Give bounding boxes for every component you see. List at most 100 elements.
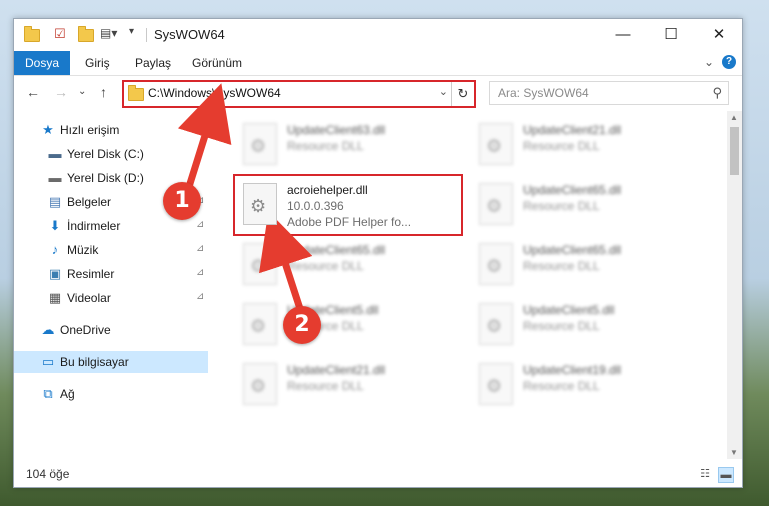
navigation-pane: ★ Hızlı erişim ▬ Yerel Disk (C:) ▬ Yerel Disk…: [14, 111, 208, 461]
address-bar[interactable]: C:\Windows\SysWOW64 ⌄ ↻: [122, 80, 476, 108]
sidebar-item[interactable]: ⧉ Ağ: [14, 383, 208, 405]
address-dropdown-icon[interactable]: ⌄: [439, 85, 448, 98]
search-icon[interactable]: ⚲: [712, 85, 722, 101]
sidebar-item-label: Belgeler: [67, 195, 112, 209]
dll-file-icon: [243, 243, 277, 285]
sidebar-item-label: Yerel Disk (D:): [67, 171, 144, 185]
file-item[interactable]: UpdateClient63.dll Resource DLL: [235, 117, 455, 169]
sidebar-item-label: Hızlı erişim: [60, 123, 120, 137]
tab-home[interactable]: Giriş: [85, 51, 110, 75]
step-2-badge: 2: [283, 306, 321, 344]
help-icon[interactable]: ?: [722, 55, 736, 69]
sidebar-item-label: İndirmeler: [67, 219, 121, 233]
tab-file[interactable]: Dosya: [14, 51, 70, 75]
sidebar-item-label: OneDrive: [60, 323, 111, 337]
network-icon: ⧉: [43, 386, 53, 401]
dll-file-icon: [479, 123, 513, 165]
sidebar-item[interactable]: ☁ OneDrive: [14, 319, 208, 341]
back-button[interactable]: ←: [26, 84, 40, 100]
ribbon-expand-icon[interactable]: ⌄: [704, 55, 714, 69]
new-folder-icon[interactable]: [78, 26, 94, 42]
sidebar-item[interactable]: ▦ Videolar ⊿: [14, 287, 208, 309]
window-title: SysWOW64: [154, 27, 225, 42]
file-item[interactable]: acroiehelper.dll 10.0.0.396 Adobe PDF Help…: [235, 177, 455, 229]
customize-toolbar-icon[interactable]: ▤▾: [100, 26, 117, 42]
file-item[interactable]: UpdateClient65.dll Resource DLL: [235, 237, 455, 289]
file-name: UpdateClient21.dll: [287, 363, 386, 377]
sidebar-item-label: Yerel Disk (C:): [67, 147, 144, 161]
quick-access-dropdown-icon[interactable]: ▾: [129, 26, 145, 42]
pin-icon[interactable]: ⊿: [196, 243, 204, 254]
dll-file-icon: [243, 303, 277, 345]
minimize-button[interactable]: —: [600, 19, 646, 51]
sidebar-item[interactable]: ▬ Yerel Disk (C:): [14, 143, 208, 165]
sidebar-item-label: Bu bilgisayar: [60, 355, 129, 369]
sidebar-item[interactable]: ★ Hızlı erişim: [14, 119, 208, 141]
properties-icon[interactable]: ☑: [54, 26, 70, 42]
file-item[interactable]: UpdateClient21.dll Resource DLL: [471, 117, 691, 169]
file-name: acroiehelper.dll: [287, 183, 368, 197]
file-type: Resource DLL: [287, 379, 364, 393]
scroll-up-icon[interactable]: ▲: [730, 113, 738, 122]
computer-icon: ▭: [41, 354, 55, 369]
sidebar-item[interactable]: ▭ Bu bilgisayar: [14, 351, 208, 373]
pin-icon[interactable]: ⊿: [196, 219, 204, 230]
vertical-scrollbar[interactable]: ▲ ▼: [727, 111, 742, 459]
address-path[interactable]: C:\Windows\SysWOW64: [148, 86, 281, 100]
file-name: UpdateClient19.dll: [523, 363, 622, 377]
file-type: Resource DLL: [523, 319, 600, 333]
file-list: UpdateClient63.dllResource DLLUpdateClie…: [209, 111, 727, 459]
file-item[interactable]: UpdateClient5.dllResource DLL: [235, 297, 455, 349]
scrollbar-thumb[interactable]: [730, 127, 739, 175]
tab-share[interactable]: Paylaş: [135, 51, 171, 75]
search-placeholder: Ara: SysWOW64: [498, 86, 589, 100]
maximize-button[interactable]: ☐: [648, 19, 694, 51]
file-name: UpdateClient63.dll: [287, 123, 386, 137]
tiles-view-icon[interactable]: ▬: [718, 467, 734, 483]
file-item[interactable]: UpdateClient21.dll Resource DLL: [235, 357, 455, 409]
file-name: UpdateClient21.dll: [523, 123, 622, 137]
sidebar-item-label: Müzik: [67, 243, 99, 257]
folder-icon: [128, 85, 144, 101]
forward-button[interactable]: →: [54, 84, 68, 100]
sidebar-item[interactable]: ♪ Müzik ⊿: [14, 239, 208, 261]
ribbon: Dosya Giriş Paylaş Görünüm ⌄ ?: [14, 51, 742, 76]
sidebar-item[interactable]: ▣ Resimler ⊿: [14, 263, 208, 285]
pin-icon[interactable]: ⊿: [196, 267, 204, 278]
recent-locations-button[interactable]: ⌄: [78, 86, 86, 97]
item-count: 104 öğe: [26, 467, 70, 481]
refresh-button[interactable]: ↻: [451, 82, 474, 106]
cloud-icon: ☁: [41, 322, 55, 337]
file-item[interactable]: UpdateClient19.dll Resource DLL: [471, 357, 691, 409]
dll-file-icon: [479, 183, 513, 225]
title-separator: [146, 28, 147, 42]
file-item[interactable]: UpdateClient65.dll Resource DLL: [471, 177, 691, 229]
dll-file-icon: [479, 243, 513, 285]
search-input[interactable]: Ara: SysWOW64 ⚲: [489, 81, 729, 105]
star-icon: ★: [42, 122, 54, 137]
file-item[interactable]: UpdateClient65.dll Resource DLL: [471, 237, 691, 289]
download-icon: ⬇: [49, 218, 61, 233]
file-type: Resource DLL: [523, 139, 600, 153]
sidebar-item-label: Videolar: [67, 291, 111, 305]
file-version: 10.0.0.396: [287, 199, 344, 213]
title-bar: ☑ ▤▾ ▾ SysWOW64 — ☐ ✕: [14, 19, 742, 51]
file-type: Resource DLL: [523, 379, 600, 393]
close-button[interactable]: ✕: [696, 19, 742, 51]
details-view-icon[interactable]: ☷: [698, 467, 712, 481]
navigation-bar: ← → ⌄ ↑ C:\Windows\SysWOW64 ⌄ ↻ Ara: Sys…: [14, 76, 742, 110]
dll-file-icon: [243, 183, 277, 225]
up-button[interactable]: ↑: [100, 84, 107, 100]
file-type: Resource DLL: [287, 259, 364, 273]
file-description: Adobe PDF Helper fo...: [287, 215, 412, 229]
file-type: Resource DLL: [523, 199, 600, 213]
pin-icon[interactable]: ⊿: [196, 291, 204, 302]
scroll-down-icon[interactable]: ▼: [730, 448, 738, 457]
file-name: UpdateClient65.dll: [523, 243, 622, 257]
explorer-window: ☑ ▤▾ ▾ SysWOW64 — ☐ ✕ Dosya Giriş Paylaş…: [13, 18, 743, 488]
file-item[interactable]: UpdateClient5.dllResource DLL: [471, 297, 691, 349]
sidebar-item-label: Ağ: [60, 387, 75, 401]
folder-icon: [24, 26, 40, 42]
dll-file-icon: [479, 303, 513, 345]
tab-view[interactable]: Görünüm: [192, 51, 242, 75]
